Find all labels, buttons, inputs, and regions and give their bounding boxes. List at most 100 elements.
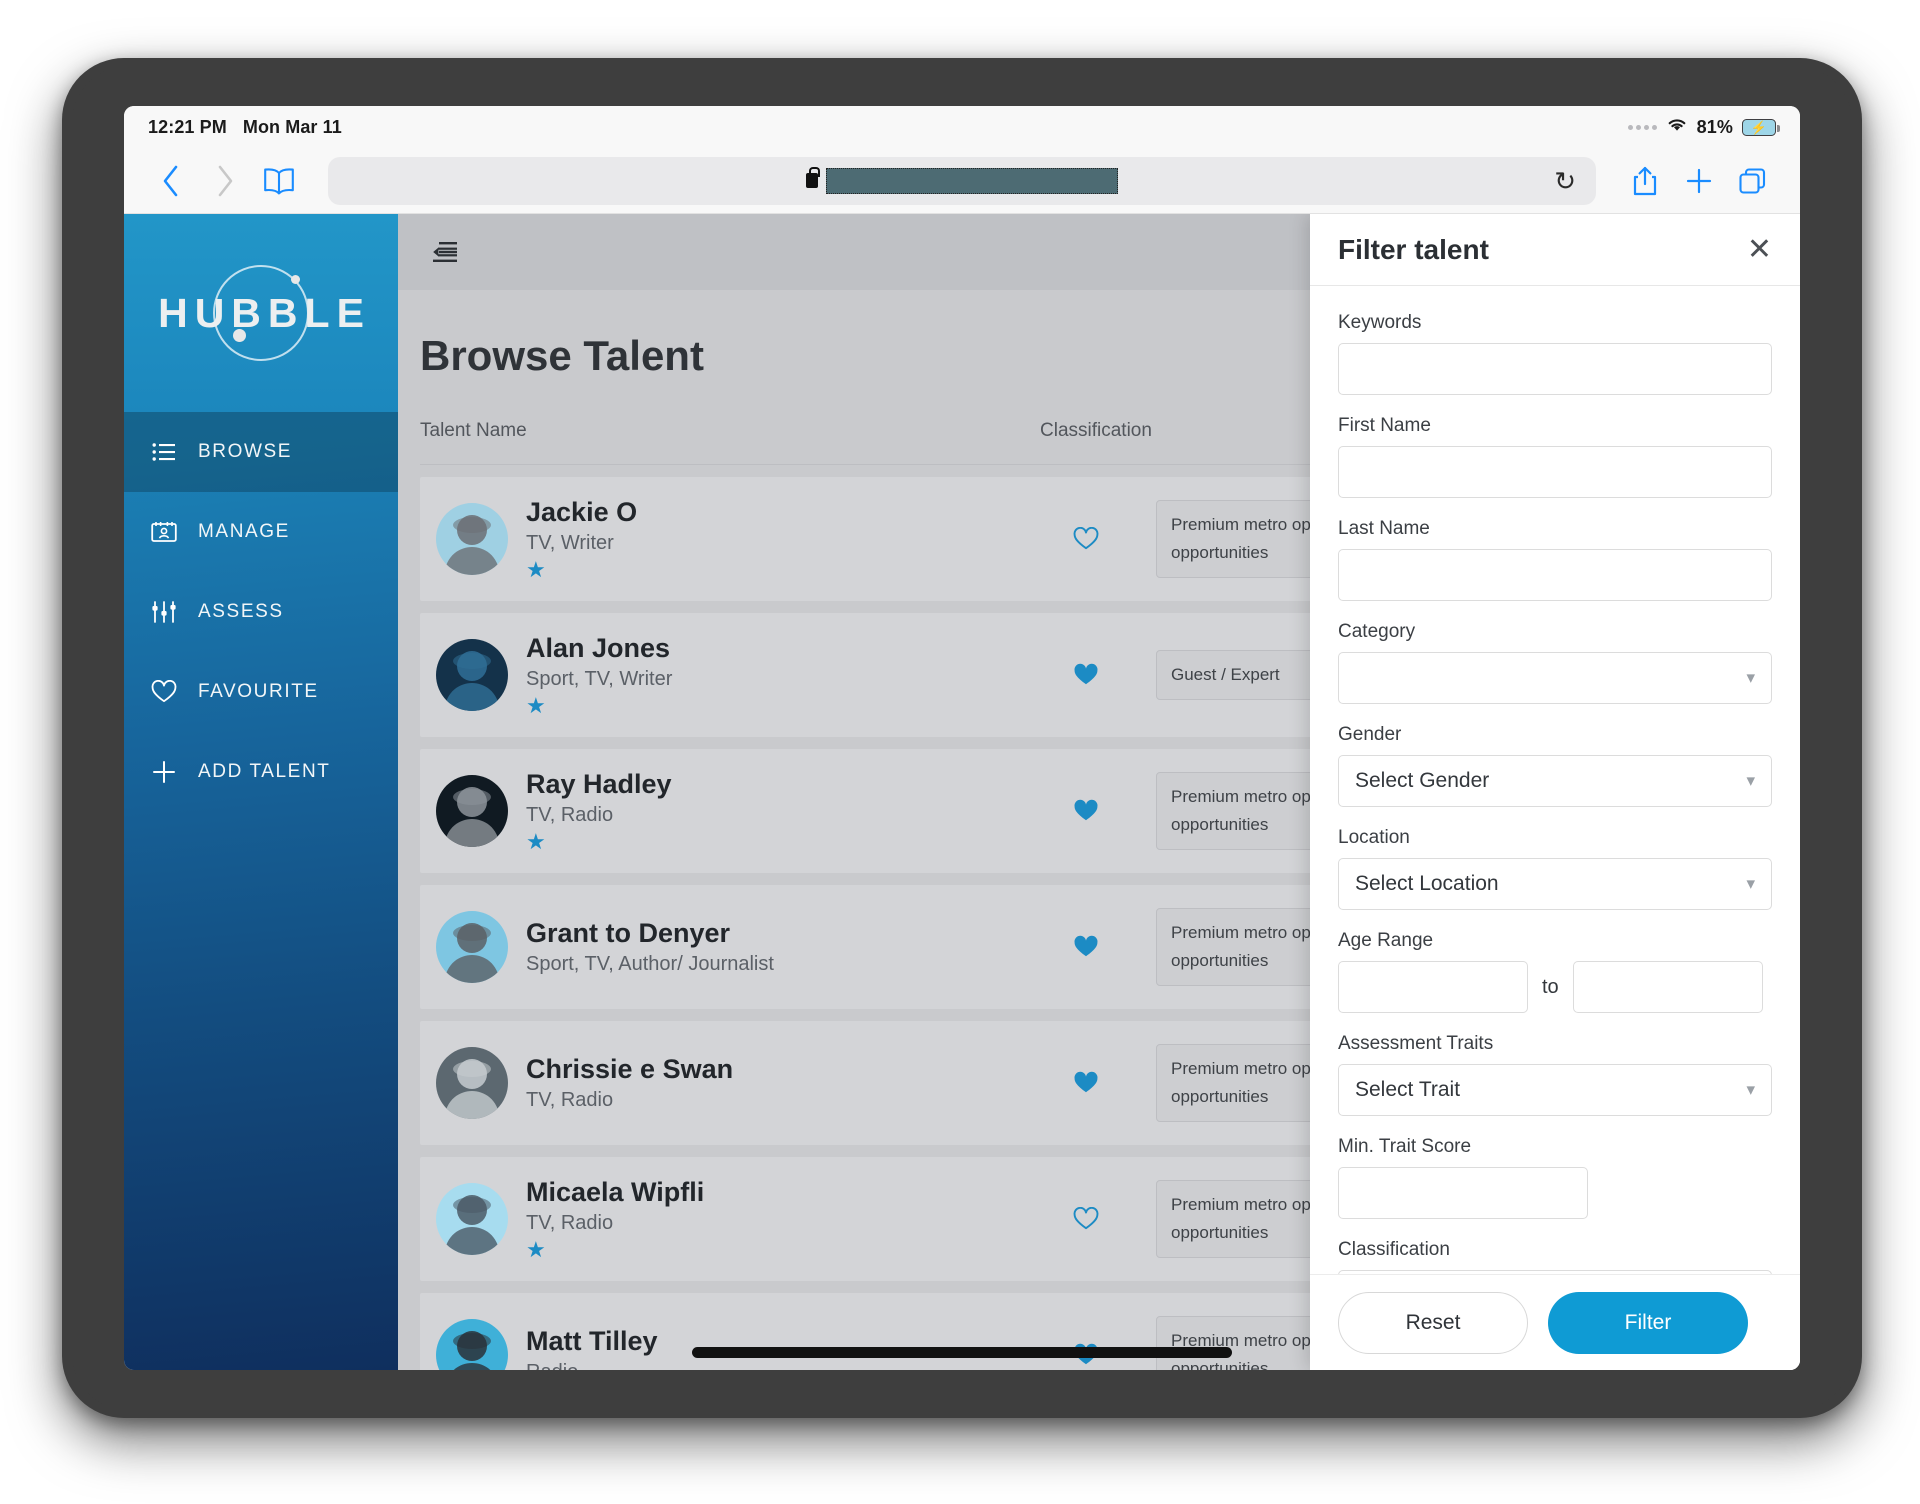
sidebar-item-favourite[interactable]: FAVOURITE (124, 652, 398, 732)
label-location: Location (1338, 827, 1410, 848)
sidebar-item-browse[interactable]: BROWSE (124, 412, 398, 492)
avatar (436, 775, 508, 847)
sliders-icon (150, 601, 178, 623)
plus-icon (150, 760, 178, 784)
url-input[interactable] (826, 167, 1118, 194)
field-age-range: Age Range to (1338, 930, 1772, 1013)
star-icon: ★ (526, 692, 546, 718)
collapse-sidebar-icon[interactable] (428, 235, 462, 269)
talent-info: Ray Hadley TV, Radio ★ (526, 769, 1056, 853)
talent-name: Ray Hadley (526, 769, 672, 800)
talent-roles: Sport, TV, Writer (526, 667, 673, 690)
avatar (436, 639, 508, 711)
signal-dots-icon (1627, 124, 1657, 130)
talent-roles: TV, Radio (526, 1211, 614, 1234)
talent-name: Micaela Wipfli (526, 1177, 705, 1208)
forward-button[interactable] (198, 158, 252, 204)
status-bar: 12:21 PM Mon Mar 11 81% ⚡ (124, 106, 1800, 148)
new-tab-plus-icon[interactable] (1672, 158, 1726, 204)
share-icon[interactable] (1618, 158, 1672, 204)
assessment-traits-select-value: Select Trait (1355, 1078, 1461, 1101)
logo-text: HUBBLE (158, 289, 371, 336)
sidebar-label-favourite: FAVOURITE (198, 681, 319, 702)
status-time: 12:21 PM (148, 116, 227, 137)
field-first-name: First Name (1338, 415, 1772, 498)
column-header-classification: Classification (1040, 420, 1152, 441)
heart-outline-icon[interactable] (1056, 1207, 1116, 1231)
reload-icon[interactable]: ↻ (1554, 168, 1576, 194)
status-bar-right: 81% ⚡ (1627, 116, 1780, 138)
sidebar-label-assess: ASSESS (198, 601, 284, 622)
talent-roles: TV, Writer (526, 531, 614, 554)
talent-name: Chrissie e Swan (526, 1054, 734, 1085)
url-bar[interactable]: ↻ (328, 156, 1596, 205)
first-name-input[interactable] (1338, 446, 1772, 498)
status-bar-left: 12:21 PM Mon Mar 11 (148, 117, 342, 138)
talent-name: Jackie O (526, 497, 638, 528)
reset-button[interactable]: Reset (1338, 1291, 1528, 1354)
talent-roles: TV, Radio (526, 803, 614, 826)
age-from-input[interactable] (1338, 961, 1528, 1013)
heart-filled-icon[interactable] (1056, 663, 1116, 687)
talent-roles: TV, Radio (526, 1088, 614, 1111)
chevron-down-icon: ▾ (1746, 668, 1755, 687)
category-select[interactable]: ▾ (1338, 652, 1772, 704)
filter-button[interactable]: Filter (1548, 1291, 1748, 1354)
web-app-viewport: HUBBLE BROWSE MANAGE ASSESS FAVOURITE AD… (124, 214, 1800, 1370)
heart-outline-icon (150, 680, 178, 704)
field-category: Category ▾ (1338, 621, 1772, 704)
talent-info: Chrissie e Swan TV, Radio (526, 1054, 1056, 1112)
heart-filled-icon[interactable] (1056, 935, 1116, 959)
sidebar-label-manage: MANAGE (198, 521, 290, 542)
wifi-icon (1666, 117, 1688, 138)
sidebar-item-assess[interactable]: ASSESS (124, 572, 398, 652)
field-last-name: Last Name (1338, 518, 1772, 601)
avatar (436, 1183, 508, 1255)
talent-name: Alan Jones (526, 633, 671, 664)
label-last-name: Last Name (1338, 518, 1430, 539)
filter-panel-footer: Reset Filter (1310, 1274, 1800, 1370)
label-keywords: Keywords (1338, 312, 1422, 333)
min-trait-score-input[interactable] (1338, 1167, 1588, 1219)
heart-outline-icon[interactable] (1056, 527, 1116, 551)
filter-panel-header: Filter talent ✕ (1310, 214, 1800, 286)
status-date: Mon Mar 11 (242, 116, 342, 137)
age-range-row: to (1338, 961, 1772, 1013)
field-assessment-traits: Assessment Traits Select Trait ▾ (1338, 1033, 1772, 1116)
location-select[interactable]: Select Location ▾ (1338, 858, 1772, 910)
sidebar-item-add-talent[interactable]: ADD TALENT (124, 732, 398, 812)
last-name-input[interactable] (1338, 549, 1772, 601)
field-keywords: Keywords (1338, 312, 1772, 395)
keywords-input[interactable] (1338, 343, 1772, 395)
talent-info: Alan Jones Sport, TV, Writer ★ (526, 633, 1056, 717)
filter-talent-panel: Filter talent ✕ Keywords First Name Last… (1310, 214, 1800, 1370)
sidebar-label-add-talent: ADD TALENT (198, 761, 331, 782)
talent-info: Micaela Wipfli TV, Radio ★ (526, 1177, 1056, 1261)
url-redacted-content (806, 167, 1118, 194)
avatar (436, 911, 508, 983)
heart-filled-icon[interactable] (1056, 799, 1116, 823)
sidebar-item-manage[interactable]: MANAGE (124, 492, 398, 572)
assessment-traits-select[interactable]: Select Trait ▾ (1338, 1064, 1772, 1116)
age-range-separator: to (1542, 975, 1559, 998)
tabs-icon[interactable] (1726, 158, 1780, 204)
book-icon[interactable] (252, 158, 306, 204)
filter-panel-title: Filter talent (1338, 233, 1489, 265)
label-classification: Classification (1338, 1239, 1450, 1260)
screenshot-stage: 12:21 PM Mon Mar 11 81% ⚡ ↻ HUBBLE BROWS… (0, 0, 1920, 1504)
field-min-trait-score: Min. Trait Score (1338, 1136, 1772, 1219)
back-button[interactable] (144, 158, 198, 204)
contact-card-icon (150, 521, 178, 543)
battery-percent: 81% (1696, 116, 1733, 137)
location-select-value: Select Location (1355, 872, 1499, 895)
app-sidebar: HUBBLE BROWSE MANAGE ASSESS FAVOURITE AD… (124, 214, 398, 1370)
avatar (436, 1047, 508, 1119)
label-min-trait-score: Min. Trait Score (1338, 1136, 1472, 1157)
chevron-down-icon: ▾ (1746, 1080, 1755, 1099)
gender-select-value: Select Gender (1355, 769, 1490, 792)
gender-select[interactable]: Select Gender ▾ (1338, 755, 1772, 807)
age-to-input[interactable] (1572, 961, 1763, 1013)
close-icon[interactable]: ✕ (1747, 234, 1772, 265)
heart-filled-icon[interactable] (1056, 1071, 1116, 1095)
home-indicator (692, 1347, 1232, 1358)
